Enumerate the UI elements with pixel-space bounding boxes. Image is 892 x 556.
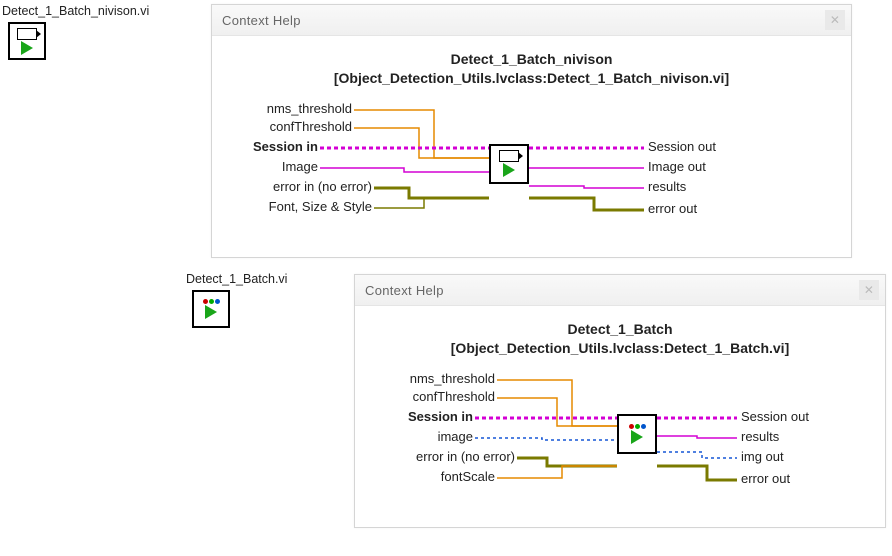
play-icon <box>21 41 33 55</box>
terminal-image-out: Image out <box>648 159 706 174</box>
terminal-img-out: img out <box>741 449 784 464</box>
terminal-nms-threshold: nms_threshold <box>224 101 352 116</box>
vi-file-label-1: Detect_1_Batch_nivison.vi <box>2 4 149 18</box>
camera-icon <box>17 28 37 40</box>
terminal-conf-threshold: confThreshold <box>367 389 495 404</box>
terminal-error-in: error in (no error) <box>367 449 515 464</box>
context-help-title-text: Context Help <box>365 283 444 298</box>
context-help-window-1: Context Help ✕ Detect_1_Batch_nivison [O… <box>211 4 852 258</box>
rgb-dots-icon <box>203 299 220 304</box>
terminal-font-size-style: Font, Size & Style <box>224 199 372 214</box>
terminal-session-in: Session in <box>367 409 473 424</box>
connector-diagram-2: nms_threshold confThreshold Session in i… <box>367 368 873 538</box>
vi-path-1: [Object_Detection_Utils.lvclass:Detect_1… <box>224 69 839 88</box>
terminal-session-out: Session out <box>648 139 716 154</box>
vi-icon-detect-1-batch-nivison[interactable] <box>8 22 46 60</box>
rgb-dots-icon <box>629 424 646 429</box>
context-help-titlebar[interactable]: Context Help ✕ <box>212 5 851 36</box>
vi-connector-node-2 <box>617 414 657 454</box>
vi-header-1: Detect_1_Batch_nivison [Object_Detection… <box>224 50 839 88</box>
play-icon <box>503 163 515 177</box>
vi-file-label-2: Detect_1_Batch.vi <box>186 272 287 286</box>
play-icon <box>205 305 217 319</box>
terminal-font-scale: fontScale <box>367 469 495 484</box>
terminal-results: results <box>648 179 686 194</box>
close-icon[interactable]: ✕ <box>825 10 845 30</box>
terminal-image: image <box>367 429 473 444</box>
terminal-results: results <box>741 429 779 444</box>
vi-icon-detect-1-batch[interactable] <box>192 290 230 328</box>
context-help-window-2: Context Help ✕ Detect_1_Batch [Object_De… <box>354 274 886 528</box>
vi-name-2: Detect_1_Batch <box>367 320 873 339</box>
vi-name-1: Detect_1_Batch_nivison <box>224 50 839 69</box>
context-help-title-text: Context Help <box>222 13 301 28</box>
vi-connector-node-1 <box>489 144 529 184</box>
terminal-error-out: error out <box>741 471 790 486</box>
terminal-image: Image <box>224 159 318 174</box>
terminal-session-in: Session in <box>224 139 318 154</box>
close-icon[interactable]: ✕ <box>859 280 879 300</box>
terminal-error-out: error out <box>648 201 697 216</box>
camera-icon <box>499 150 519 162</box>
context-help-titlebar[interactable]: Context Help ✕ <box>355 275 885 306</box>
terminal-session-out: Session out <box>741 409 809 424</box>
play-icon <box>631 430 643 444</box>
vi-path-2: [Object_Detection_Utils.lvclass:Detect_1… <box>367 339 873 358</box>
terminal-conf-threshold: confThreshold <box>224 119 352 134</box>
terminal-nms-threshold: nms_threshold <box>367 371 495 386</box>
terminal-error-in: error in (no error) <box>224 179 372 194</box>
vi-header-2: Detect_1_Batch [Object_Detection_Utils.l… <box>367 320 873 358</box>
connector-diagram-1: nms_threshold confThreshold Session in I… <box>224 98 839 268</box>
